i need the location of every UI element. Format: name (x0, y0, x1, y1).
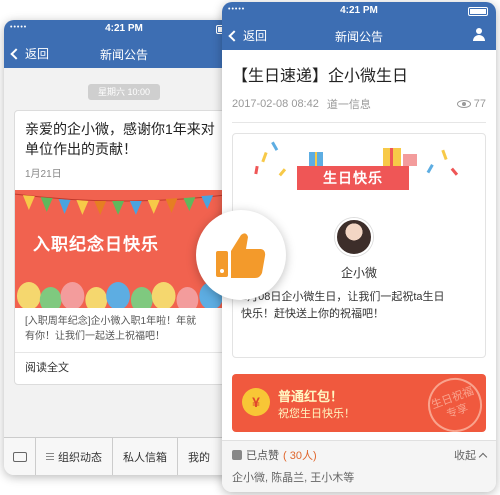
article-header: 【生日速递】企小微生日 2017-02-08 08:42 道一信息 77 (222, 50, 496, 123)
nav-bar: 返回 新闻公告 (4, 38, 244, 68)
read-more-link[interactable]: 阅读全文 (15, 352, 233, 381)
thumbs-up-badge (196, 210, 286, 300)
likers-list: 企小微, 陈晶兰, 王小木等 (232, 472, 355, 484)
red-packet-subtitle: 祝您生日快乐！ (278, 408, 355, 420)
divider (232, 122, 486, 123)
message-summary: [入职周年纪念]企小微入职1年啦！年就 有你！让我们一起送上祝福吧！ (25, 316, 197, 342)
page-title: 新闻公告 (99, 48, 148, 62)
eye-icon (456, 100, 471, 108)
article-date: 2017-02-08 08:42 (232, 98, 319, 110)
profile-icon[interactable] (472, 28, 486, 42)
message-title: 亲爱的企小微，感谢你1年来对 单位作出的贡献！ (25, 121, 215, 157)
message-timestamp: 星期六 10:00 (88, 84, 160, 100)
birthday-stamp: 生日祝福 专享 (420, 374, 486, 432)
menu-icon (46, 453, 54, 460)
thumbs-up-icon (216, 233, 266, 278)
status-bar: ••••• 4:21 PM (222, 2, 496, 20)
article-title: 【生日速递】企小微生日 (232, 68, 409, 85)
battery-icon (468, 7, 488, 16)
banner-text: 入职纪念日快乐 (33, 235, 159, 254)
menu-tab-label: 我的 (188, 451, 210, 464)
collapse-button[interactable]: 收起 (454, 447, 488, 463)
yuan-coin-icon: ¥ (242, 388, 270, 416)
keyboard-icon (12, 451, 27, 462)
menu-tab-private-mailbox[interactable]: 私人信箱 (113, 438, 178, 475)
status-bar: ••••• 4:21 PM (4, 20, 244, 38)
likes-count: ( 30人) (283, 450, 317, 462)
collapse-label: 收起 (454, 450, 476, 462)
article-source: 道一信息 (326, 99, 371, 111)
chevron-up-icon (478, 452, 488, 461)
status-time: 4:21 PM (340, 5, 378, 16)
nav-bar: 返回 新闻公告 (222, 20, 496, 50)
keyboard-toggle-button[interactable] (4, 438, 36, 475)
view-count-value: 77 (473, 98, 486, 110)
message-date: 1月21日 (25, 169, 62, 180)
likes-panel: 已点赞 ( 30人) 收起 企小微, 陈晶兰, 王小木等 (222, 440, 496, 492)
likes-row: 已点赞 ( 30人) 收起 (232, 447, 488, 463)
menu-tab-label: 组织动态 (58, 451, 102, 464)
birthday-message: 2月08日企小微生日，让我们一起祝ta生日 快乐！赶快送上你的祝福吧！ (241, 291, 445, 320)
red-packet-card[interactable]: ¥ 普通红包！ 祝您生日快乐！ 生日祝福 专享 (232, 374, 486, 432)
avatar (335, 218, 373, 256)
thumbs-up-icon (232, 450, 242, 460)
status-time: 4:21 PM (105, 23, 143, 34)
likes-label: 已点赞 (246, 450, 279, 462)
bunting-flags (15, 193, 233, 215)
red-packet-title: 普通红包！ (278, 389, 344, 404)
page-title: 新闻公告 (334, 30, 383, 44)
view-count: 77 (456, 98, 486, 110)
birthday-ribbon: 生日快乐 (285, 166, 421, 190)
menu-tab-mine[interactable]: 我的 (178, 438, 220, 475)
bottom-menu-bar: 组织动态 私人信箱 我的 (4, 437, 244, 475)
menu-tab-org-news[interactable]: 组织动态 (36, 438, 113, 475)
article-meta: 2017-02-08 08:42 道一信息 77 (232, 96, 486, 112)
menu-tab-label: 私人信箱 (123, 451, 167, 464)
